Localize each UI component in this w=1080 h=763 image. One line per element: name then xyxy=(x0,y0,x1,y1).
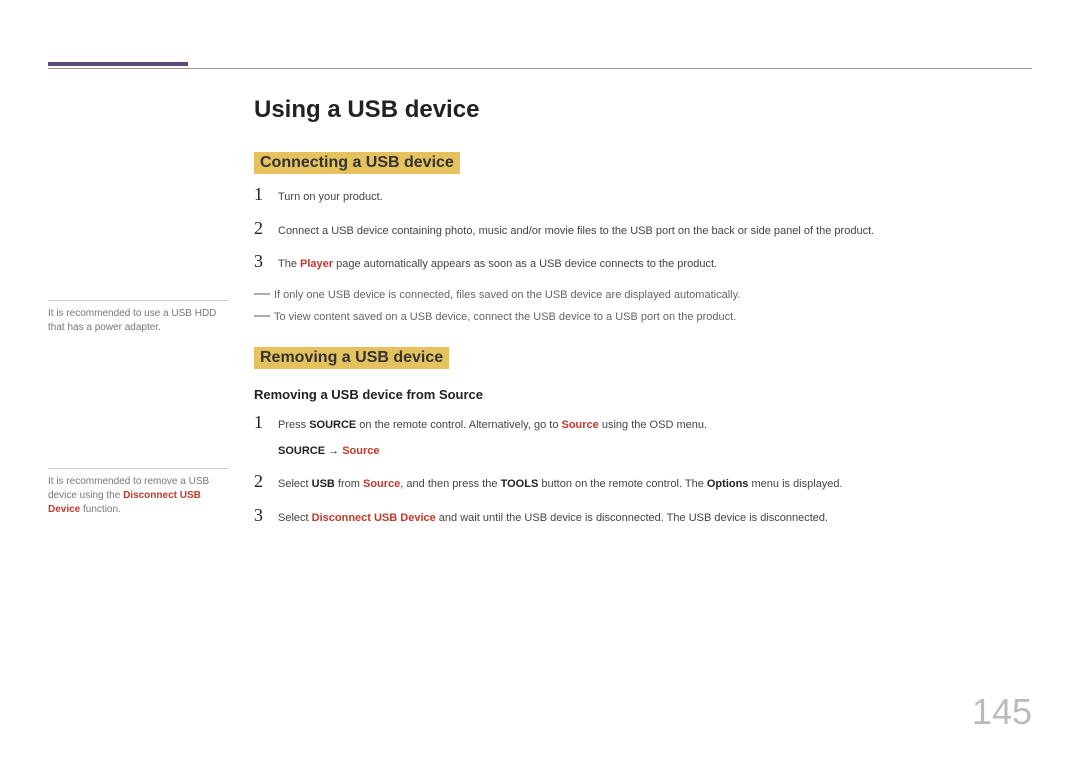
section-heading-removing: Removing a USB device xyxy=(254,347,449,369)
header-rule xyxy=(48,68,1032,69)
page-title: Using a USB device xyxy=(254,96,1032,124)
step-row: 3Select Disconnect USB Device and wait u… xyxy=(254,505,1032,527)
side-note-hdd: It is recommended to use a USB HDD that … xyxy=(48,300,228,335)
step-row: 2Connect a USB device containing photo, … xyxy=(254,218,1032,240)
step-text: Select Disconnect USB Device and wait un… xyxy=(278,510,828,527)
step-number: 1 xyxy=(254,184,278,205)
step-number: 3 xyxy=(254,505,278,526)
step-number: 2 xyxy=(254,471,278,492)
step-row: 1Turn on your product. xyxy=(254,184,1032,206)
step-number: 3 xyxy=(254,251,278,272)
header-accent-bar xyxy=(48,62,188,66)
note-dash-icon: ― xyxy=(254,307,274,325)
note-row: ―If only one USB device is connected, fi… xyxy=(254,285,1032,303)
note-row: ―To view content saved on a USB device, … xyxy=(254,307,1032,325)
step-text: The Player page automatically appears as… xyxy=(278,256,717,273)
step-text: Connect a USB device containing photo, m… xyxy=(278,223,874,240)
section-heading-connecting: Connecting a USB device xyxy=(254,152,460,174)
step-number: 2 xyxy=(254,218,278,239)
step-row: 2Select USB from Source, and then press … xyxy=(254,471,1032,493)
note-text: If only one USB device is connected, fil… xyxy=(274,289,740,301)
step-row: 1Press SOURCE on the remote control. Alt… xyxy=(254,412,1032,434)
step-text: Select USB from Source, and then press t… xyxy=(278,476,843,493)
note-dash-icon: ― xyxy=(254,285,274,303)
note-text: To view content saved on a USB device, c… xyxy=(274,311,736,323)
side-note-disconnect: It is recommended to remove a USB device… xyxy=(48,468,228,517)
step-number: 1 xyxy=(254,412,278,433)
step-text: Turn on your product. xyxy=(278,189,383,206)
page-number: 145 xyxy=(972,691,1032,733)
subheading-removing-from-source: Removing a USB device from Source xyxy=(254,387,1032,402)
menu-path: SOURCE → Source xyxy=(278,445,1032,457)
main-content: Using a USB device Connecting a USB devi… xyxy=(254,96,1032,538)
step-row: 3The Player page automatically appears a… xyxy=(254,251,1032,273)
step-text: Press SOURCE on the remote control. Alte… xyxy=(278,417,707,434)
